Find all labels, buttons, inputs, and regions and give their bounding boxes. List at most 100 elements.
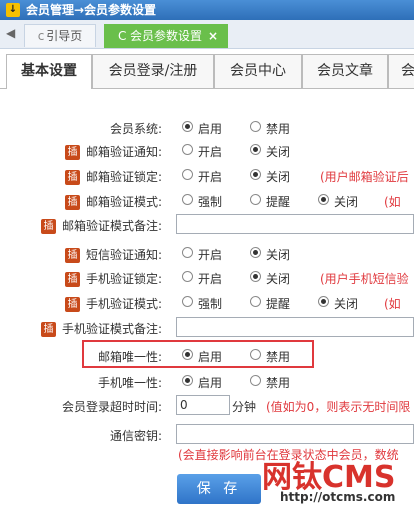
- phone-mode-note-input[interactable]: [176, 317, 414, 337]
- radio-force-label: 强制: [198, 195, 223, 209]
- label-mail-lock: 插邮箱验证锁定:: [64, 168, 162, 185]
- radio-close-label: 关闭: [334, 195, 359, 209]
- tab-login-register[interactable]: 会员登录/注册: [92, 54, 214, 88]
- row-phone-lock: 插手机验证锁定: 开启 关闭 (用户手机短信验: [0, 267, 414, 289]
- label-phone-mode-note: 插手机验证模式备注:: [40, 320, 162, 337]
- row-comm-key: 通信密钥: (会直接影响前台在登录状态中会员，数统: [0, 424, 414, 462]
- radio-force-label: 强制: [198, 297, 223, 311]
- row-mail-mode: 插邮箱验证模式: 强制 提醒 关闭 (如: [0, 190, 414, 212]
- mail-mode-note-input[interactable]: [176, 214, 414, 234]
- row-mail-mode-note: 插邮箱验证模式备注:: [0, 214, 414, 236]
- radio-disable-label: 禁用: [266, 122, 291, 136]
- label-sms-notify: 插短信验证通知:: [64, 246, 162, 263]
- radio-close[interactable]: [250, 169, 261, 180]
- close-icon[interactable]: ×: [208, 24, 218, 48]
- radio-force[interactable]: [182, 194, 193, 205]
- tab-bar: ◀ c 引导页 C 会员参数设置 ×: [0, 20, 414, 49]
- label-phone-mode: 插手机验证模式:: [64, 295, 162, 312]
- plugin-badge: 插: [64, 145, 80, 160]
- plugin-badge: 插: [64, 248, 80, 263]
- radio-close[interactable]: [250, 271, 261, 282]
- refresh-icon: C: [118, 29, 127, 43]
- save-button[interactable]: 保 存: [177, 474, 261, 504]
- radio-open[interactable]: [182, 271, 193, 282]
- radio-close[interactable]: [250, 247, 261, 258]
- radio-close-label: 关闭: [266, 145, 291, 159]
- row-mail-notify: 插邮箱验证通知: 开启 关闭: [0, 140, 414, 162]
- radio-enable-label: 启用: [198, 350, 223, 364]
- settings-tabs: 基本设置 会员登录/注册 会员中心 会员文章 会: [0, 54, 414, 89]
- label-member-system: 会员系统:: [109, 122, 162, 136]
- note-mail-mode: (如: [384, 195, 401, 209]
- tab-member-center[interactable]: 会员中心: [214, 54, 302, 88]
- radio-close-label: 关闭: [266, 272, 291, 286]
- row-phone-mode: 插手机验证模式: 强制 提醒 关闭 (如: [0, 292, 414, 314]
- plugin-badge: 插: [64, 170, 80, 185]
- radio-open[interactable]: [182, 144, 193, 155]
- row-phone-unique: 手机唯一性: 启用 禁用: [0, 371, 414, 393]
- label-mail-notify: 插邮箱验证通知:: [64, 143, 162, 160]
- row-mail-unique: 邮箱唯一性: 启用 禁用: [0, 345, 414, 367]
- radio-close-label: 关闭: [334, 297, 359, 311]
- radio-close[interactable]: [318, 194, 329, 205]
- tab-member-settings-label: 会员参数设置: [130, 29, 203, 43]
- label-mail-unique: 邮箱唯一性:: [97, 350, 162, 364]
- radio-disable[interactable]: [250, 121, 261, 132]
- download-icon: ↓: [6, 3, 20, 17]
- label-mail-mode-note: 插邮箱验证模式备注:: [40, 217, 162, 234]
- scroll-left-icon[interactable]: ◀: [6, 26, 15, 40]
- label-login-timeout: 会员登录超时时间:: [61, 400, 162, 414]
- label-phone-lock: 插手机验证锁定:: [64, 270, 162, 287]
- radio-open-label: 开启: [198, 248, 223, 262]
- login-timeout-input[interactable]: 0: [176, 395, 230, 415]
- radio-enable[interactable]: [182, 375, 193, 386]
- radio-open[interactable]: [182, 247, 193, 258]
- radio-enable-label: 启用: [198, 376, 223, 390]
- tab-member-settings[interactable]: C 会员参数设置 ×: [104, 24, 228, 48]
- plugin-badge: 插: [40, 219, 56, 234]
- radio-enable-label: 启用: [198, 122, 223, 136]
- row-member-system: 会员系统: 启用 禁用: [0, 117, 414, 139]
- radio-force[interactable]: [182, 296, 193, 307]
- tab-guide[interactable]: c 引导页: [24, 24, 96, 47]
- radio-remind[interactable]: [250, 296, 261, 307]
- login-timeout-unit: 分钟: [232, 400, 257, 414]
- radio-enable[interactable]: [182, 349, 193, 360]
- radio-close-label: 关闭: [266, 170, 291, 184]
- radio-disable-label: 禁用: [266, 376, 291, 390]
- radio-disable-label: 禁用: [266, 350, 291, 364]
- radio-disable[interactable]: [250, 349, 261, 360]
- plugin-badge: 插: [64, 195, 80, 210]
- radio-close[interactable]: [318, 296, 329, 307]
- radio-close[interactable]: [250, 144, 261, 155]
- radio-close-label: 关闭: [266, 248, 291, 262]
- note-phone-mode: (如: [384, 297, 401, 311]
- tab-member-article[interactable]: 会员文章: [302, 54, 388, 88]
- radio-open[interactable]: [182, 169, 193, 180]
- plugin-badge: 插: [64, 297, 80, 312]
- radio-enable[interactable]: [182, 121, 193, 132]
- radio-open-label: 开启: [198, 170, 223, 184]
- radio-remind[interactable]: [250, 194, 261, 205]
- note-login-timeout: (值如为0，则表示无时间限: [266, 400, 411, 414]
- tab-guide-label: 引导页: [46, 29, 83, 43]
- tab-more[interactable]: 会: [388, 54, 414, 88]
- label-comm-key: 通信密钥:: [109, 429, 162, 443]
- tab-basic[interactable]: 基本设置: [6, 54, 92, 89]
- title-bar: ↓ 会员管理→会员参数设置: [0, 0, 414, 20]
- row-mail-lock: 插邮箱验证锁定: 开启 关闭 (用户邮箱验证后: [0, 165, 414, 187]
- radio-disable[interactable]: [250, 375, 261, 386]
- refresh-icon: c: [37, 29, 45, 43]
- row-phone-mode-note: 插手机验证模式备注:: [0, 317, 414, 339]
- label-phone-unique: 手机唯一性:: [97, 376, 162, 390]
- row-login-timeout: 会员登录超时时间: 0 分钟 (值如为0，则表示无时间限: [0, 395, 414, 417]
- note-phone-lock: (用户手机短信验: [320, 272, 409, 286]
- breadcrumb: 会员管理→会员参数设置: [26, 3, 157, 17]
- plugin-badge: 插: [40, 322, 56, 337]
- radio-open-label: 开启: [198, 272, 223, 286]
- radio-remind-label: 提醒: [266, 297, 291, 311]
- comm-key-input[interactable]: [176, 424, 414, 444]
- radio-open-label: 开启: [198, 145, 223, 159]
- plugin-badge: 插: [64, 272, 80, 287]
- radio-remind-label: 提醒: [266, 195, 291, 209]
